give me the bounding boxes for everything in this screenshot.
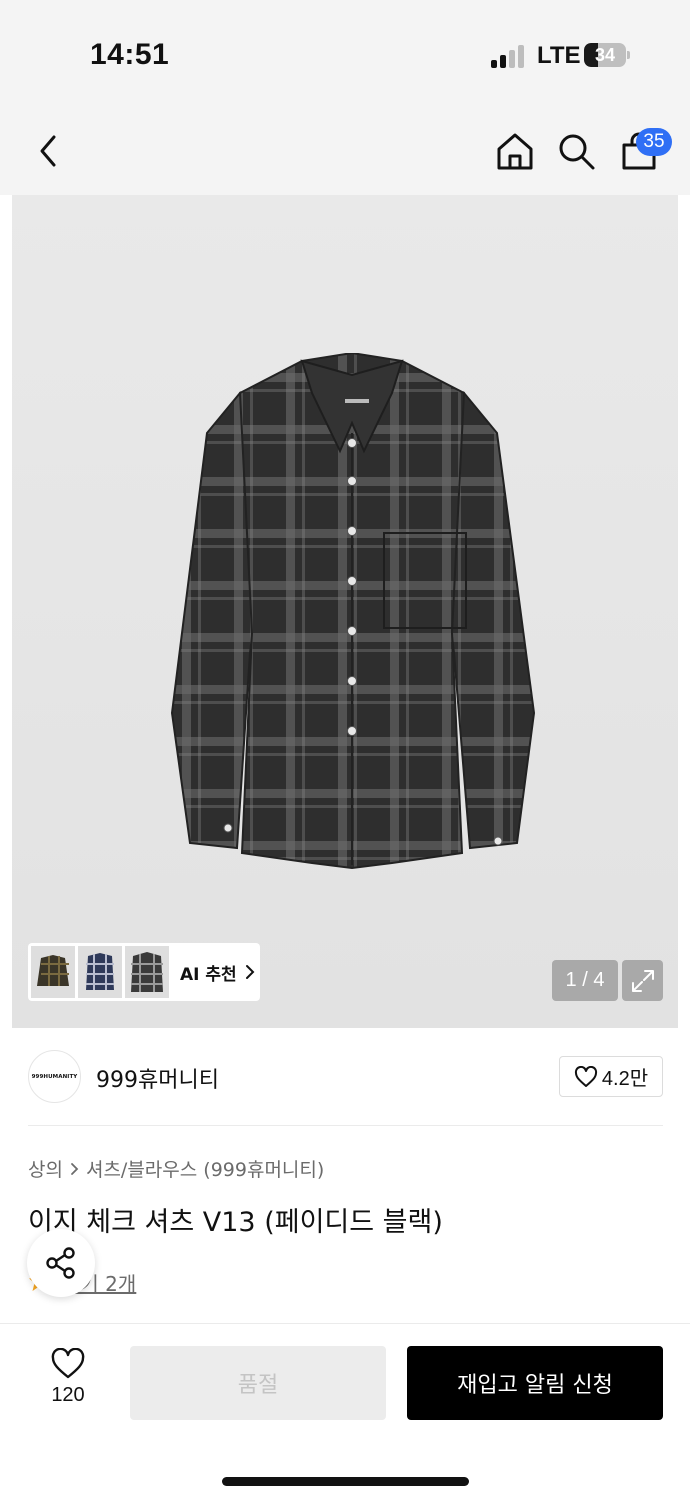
- top-nav-bar: [0, 110, 690, 195]
- chevron-right-icon: [70, 1162, 79, 1176]
- home-icon: [497, 133, 533, 170]
- search-icon: [559, 134, 595, 170]
- recommend-thumbnail[interactable]: [78, 946, 122, 998]
- breadcrumb-item[interactable]: 셔츠/블라우스 (999휴머니티): [86, 1155, 324, 1182]
- wish-count: 120: [51, 1384, 85, 1406]
- back-chevron-icon: [40, 135, 56, 167]
- share-button[interactable]: [27, 1229, 95, 1297]
- signal-icon: [491, 44, 525, 68]
- expand-icon: [631, 969, 654, 992]
- heart-icon: [574, 1065, 597, 1087]
- ai-recommend-label: AI 추천: [180, 964, 237, 985]
- product-image-gallery[interactable]: AI 추천 1 / 4: [12, 195, 678, 1028]
- heart-icon: [51, 1348, 85, 1379]
- battery-percent: 34: [594, 45, 616, 65]
- ai-recommend-button[interactable]: AI 추천: [28, 943, 260, 1001]
- expand-image-button[interactable]: [622, 960, 663, 1001]
- product-title: 이지 체크 셔츠 V13 (페이디드 블랙): [28, 1207, 443, 1238]
- home-button[interactable]: [493, 128, 537, 174]
- breadcrumb: 상의 셔츠/블라우스 (999휴머니티): [28, 1155, 324, 1182]
- image-page-counter: 1 / 4: [552, 960, 618, 1001]
- brand-logo[interactable]: 999HUMANITY: [28, 1050, 81, 1103]
- battery-icon: 34: [584, 43, 630, 67]
- status-time: 14:51: [90, 38, 170, 71]
- chevron-right-icon: [245, 965, 255, 979]
- brand-name[interactable]: 999휴머니티: [96, 1062, 219, 1094]
- recommend-thumbnail[interactable]: [31, 946, 75, 998]
- share-icon: [46, 1247, 75, 1279]
- status-bar: 14:51 LTE 34: [0, 0, 690, 110]
- brand-like-button[interactable]: 4.2만: [559, 1056, 663, 1097]
- breadcrumb-item[interactable]: 상의: [28, 1155, 63, 1182]
- home-indicator: [222, 1477, 469, 1486]
- cart-count-badge: 35: [636, 128, 672, 156]
- recommend-thumbnail[interactable]: [125, 946, 169, 998]
- divider: [28, 1125, 663, 1126]
- search-button[interactable]: [554, 128, 598, 174]
- restock-alert-button[interactable]: 재입고 알림 신청: [407, 1346, 663, 1420]
- bottom-bar-divider: [0, 1323, 690, 1324]
- brand-like-count: 4.2만: [601, 1068, 649, 1090]
- product-image: [170, 353, 536, 870]
- sold-out-button: 품절: [130, 1346, 386, 1420]
- wish-button[interactable]: 120: [36, 1348, 100, 1418]
- brand-logo-text: 999HUMANITY: [31, 1073, 78, 1080]
- network-label: LTE: [537, 42, 581, 69]
- back-button[interactable]: [26, 128, 70, 174]
